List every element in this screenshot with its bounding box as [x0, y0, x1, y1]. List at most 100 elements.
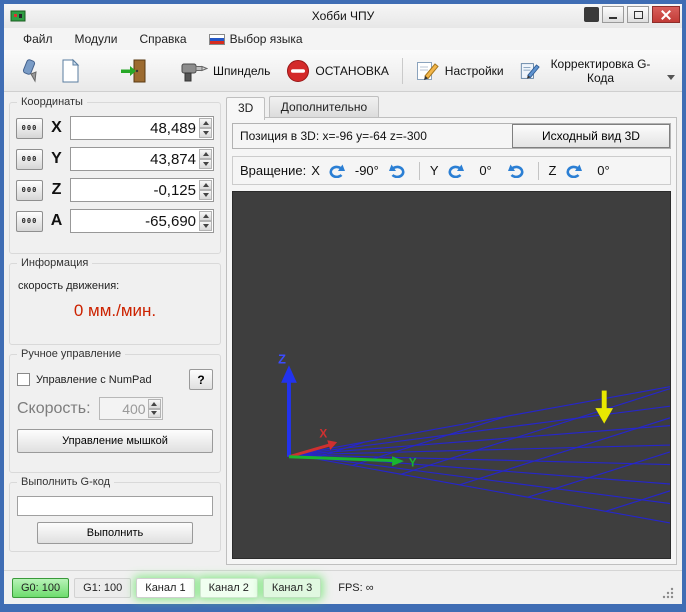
- stop-label: ОСТАНОВКА: [315, 63, 389, 78]
- viewport-3d[interactable]: Z X Y: [232, 191, 671, 559]
- numpad-checkbox[interactable]: [17, 373, 30, 386]
- coordinate-row-x: 000 X 48,489: [16, 116, 214, 140]
- rotate-x-ccw-button[interactable]: [325, 164, 348, 178]
- stop-icon: [287, 59, 310, 82]
- coordinate-value-a[interactable]: -65,690: [70, 209, 214, 233]
- pencil-paper-icon: [416, 61, 439, 80]
- z-spinner-down[interactable]: [199, 190, 212, 200]
- rotate-cw-icon: [388, 164, 405, 178]
- settings-button[interactable]: Настройки: [410, 54, 510, 88]
- spindle-button[interactable]: Шпиндель: [174, 54, 276, 88]
- rotate-ccw-icon: [448, 164, 464, 178]
- new-file-button[interactable]: [52, 54, 88, 88]
- gcode-correction-button[interactable]: Корректировка G-Кода: [514, 54, 662, 88]
- gcode-edit-icon: [520, 62, 540, 79]
- zero-y-button[interactable]: 000: [16, 148, 43, 170]
- axis-a-label: A: [50, 212, 63, 229]
- channel-1-button[interactable]: Канал 1: [136, 577, 195, 598]
- maximize-button[interactable]: [627, 6, 649, 23]
- toolbar-overflow-button[interactable]: [666, 58, 676, 84]
- rotation-y-value: 0°: [479, 163, 492, 178]
- stop-button[interactable]: ОСТАНОВКА: [280, 54, 395, 88]
- channel-3-button[interactable]: Канал 3: [262, 577, 322, 598]
- resize-grip[interactable]: [662, 587, 674, 602]
- status-bar: G0: 100 G1: 100 Канал 1 Канал 2 Канал 3 …: [4, 570, 682, 604]
- viewport-z-label: Z: [278, 351, 286, 366]
- zero-z-button[interactable]: 000: [16, 179, 43, 201]
- info-group: Информация скорость движения: 0 мм./мин.: [9, 257, 221, 345]
- chevron-down-icon: [666, 74, 675, 80]
- settings-label: Настройки: [444, 63, 504, 78]
- engraver-tool-button[interactable]: [10, 54, 48, 88]
- rotation-y-label: Y: [429, 163, 439, 178]
- a-spinner-down[interactable]: [199, 221, 212, 231]
- manual-control-group: Ручное управление Управление с NumPad ? …: [9, 348, 221, 473]
- speed-spinner-down[interactable]: [147, 408, 161, 418]
- help-button[interactable]: ?: [189, 369, 213, 390]
- rotate-x-cw-button[interactable]: [386, 164, 409, 178]
- coordinate-value-y[interactable]: 43,874: [70, 147, 214, 171]
- titlebar-extra-icon: [584, 7, 599, 22]
- zero-a-button[interactable]: 000: [16, 210, 43, 232]
- title-bar: Хобби ЧПУ: [4, 4, 682, 28]
- viewport-y-label: Y: [409, 457, 417, 470]
- speed-spinner-up[interactable]: [147, 399, 161, 409]
- left-panel: Координаты 000 X 48,489 000 Y 43,874 000…: [9, 96, 221, 566]
- minimize-button[interactable]: [602, 6, 624, 23]
- tab-3d[interactable]: 3D: [226, 97, 266, 120]
- rotate-y-cw-button[interactable]: [505, 164, 528, 178]
- a-spinner-up[interactable]: [199, 211, 212, 221]
- y-spinner-down[interactable]: [199, 159, 212, 169]
- toolbar-separator: [401, 57, 403, 84]
- axis-x-label: X: [51, 119, 62, 136]
- coordinate-value-z[interactable]: -0,125: [70, 178, 214, 202]
- rotate-y-ccw-button[interactable]: [444, 164, 467, 178]
- rotate-ccw-icon: [566, 164, 582, 178]
- menu-language[interactable]: Выбор языка: [198, 29, 314, 49]
- exit-door-button[interactable]: [114, 54, 154, 88]
- position-3d-text: Позиция в 3D: x=-96 y=-64 z=-300: [240, 129, 427, 143]
- menu-bar: Файл Модули Справка Выбор языка: [4, 28, 682, 50]
- language-flag-icon: [208, 33, 225, 45]
- rotate-z-ccw-button[interactable]: [562, 164, 585, 178]
- manual-speed-label: Скорость:: [17, 399, 91, 417]
- gcode-input[interactable]: [17, 496, 213, 516]
- coordinate-row-y: 000 Y 43,874: [16, 147, 214, 171]
- app-window: Хобби ЧПУ Файл Модули Справка Выбор язык…: [0, 0, 686, 612]
- manual-group-title: Ручное управление: [17, 348, 126, 360]
- mouse-control-button[interactable]: Управление мышкой: [17, 429, 213, 453]
- rotation-x-value: -90°: [354, 163, 379, 178]
- execute-button[interactable]: Выполнить: [37, 522, 193, 544]
- rotation-z-label: Z: [548, 163, 557, 178]
- reset-view-button[interactable]: Исходный вид 3D: [512, 124, 670, 148]
- z-spinner-up[interactable]: [199, 180, 212, 190]
- minimize-icon: [609, 17, 617, 19]
- x-spinner-down[interactable]: [199, 128, 212, 138]
- info-group-title: Информация: [17, 257, 93, 269]
- x-spinner-up[interactable]: [199, 118, 212, 128]
- close-button[interactable]: [652, 6, 680, 23]
- coordinate-row-z: 000 Z -0,125: [16, 178, 214, 202]
- coordinate-row-a: 000 A -65,690: [16, 209, 214, 233]
- coordinates-group-title: Координаты: [17, 96, 87, 108]
- tab-3d-page: Позиция в 3D: x=-96 y=-64 z=-300 Исходны…: [226, 117, 677, 565]
- channel-2-button[interactable]: Канал 2: [199, 577, 258, 598]
- g0-status-badge: G0: 100: [12, 577, 70, 598]
- axis-y-label: Y: [51, 150, 62, 167]
- numpad-checkbox-label: Управление с NumPad: [36, 373, 152, 386]
- view3d-panel: 3D Дополнительно Позиция в 3D: x=-96 y=-…: [226, 96, 677, 565]
- menu-file[interactable]: Файл: [12, 29, 64, 49]
- zero-x-button[interactable]: 000: [16, 117, 43, 139]
- spindle-label: Шпиндель: [213, 63, 271, 78]
- coordinate-value-x[interactable]: 48,489: [70, 116, 214, 140]
- maximize-icon: [633, 10, 643, 19]
- window-title: Хобби ЧПУ: [311, 9, 375, 23]
- tab-additional[interactable]: Дополнительно: [268, 96, 380, 117]
- gcode-group-title: Выполнить G-код: [17, 476, 114, 488]
- manual-speed-input[interactable]: 400: [98, 397, 163, 420]
- coordinates-group: Координаты 000 X 48,489 000 Y 43,874 000…: [9, 96, 221, 254]
- menu-modules[interactable]: Модули: [64, 29, 129, 49]
- gcode-group: Выполнить G-код Выполнить: [9, 476, 221, 552]
- menu-help[interactable]: Справка: [129, 29, 198, 49]
- y-spinner-up[interactable]: [199, 149, 212, 159]
